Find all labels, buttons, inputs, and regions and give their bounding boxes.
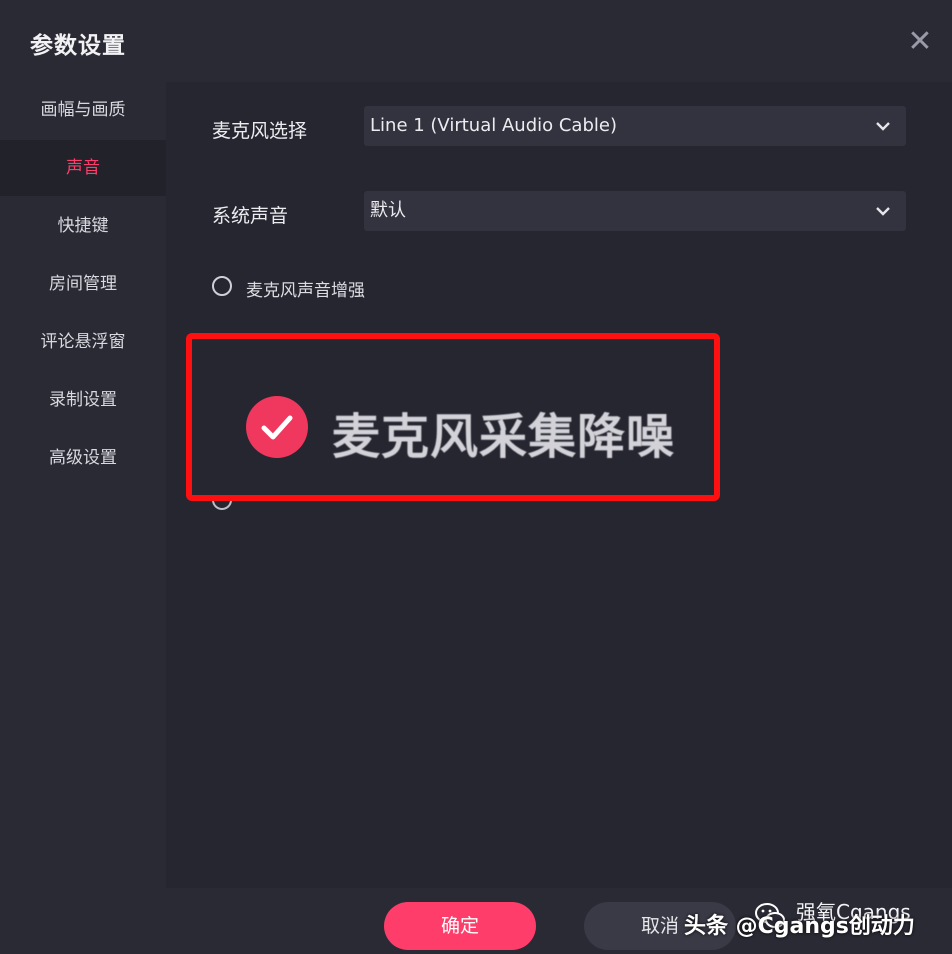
chevron-down-icon: [876, 122, 890, 131]
sidebar-item-hotkeys[interactable]: 快捷键: [0, 198, 166, 254]
mic-select-value: Line 1 (Virtual Audio Cable): [370, 115, 617, 136]
mic-enhance-label: 麦克风声音增强: [246, 281, 365, 301]
system-sound-value: 默认: [370, 200, 406, 221]
close-icon[interactable]: ✕: [904, 26, 936, 58]
mic-enhance-radio[interactable]: [212, 276, 232, 296]
sidebar-item-room-management[interactable]: 房间管理: [0, 256, 166, 312]
sidebar-item-advanced[interactable]: 高级设置: [0, 430, 166, 486]
title-bar: 参数设置 ✕: [0, 0, 952, 82]
sidebar-item-comment-overlay[interactable]: 评论悬浮窗: [0, 314, 166, 370]
sidebar-item-recording[interactable]: 录制设置: [0, 372, 166, 428]
sidebar: 画幅与画质 声音 快捷键 房间管理 评论悬浮窗 录制设置 高级设置: [0, 82, 166, 888]
mic-select-dropdown[interactable]: Line 1 (Virtual Audio Cable): [364, 106, 906, 146]
noise-reduction-label: 麦克风采集降噪: [332, 409, 676, 465]
confirm-button[interactable]: 确定: [384, 902, 536, 950]
checkmark-icon[interactable]: [246, 396, 308, 458]
sidebar-item-sound[interactable]: 声音: [0, 140, 166, 196]
dialog-title: 参数设置: [30, 33, 126, 59]
watermark-text: 头条 @Cgangs创动力: [684, 914, 915, 939]
chevron-down-icon: [876, 207, 890, 216]
sidebar-item-resolution[interactable]: 画幅与画质: [0, 82, 166, 138]
system-sound-label: 系统声音: [212, 205, 289, 227]
system-sound-dropdown[interactable]: 默认: [364, 191, 906, 231]
mic-select-label: 麦克风选择: [212, 120, 308, 142]
noise-reduction-highlight: 麦克风采集降噪: [186, 333, 720, 501]
